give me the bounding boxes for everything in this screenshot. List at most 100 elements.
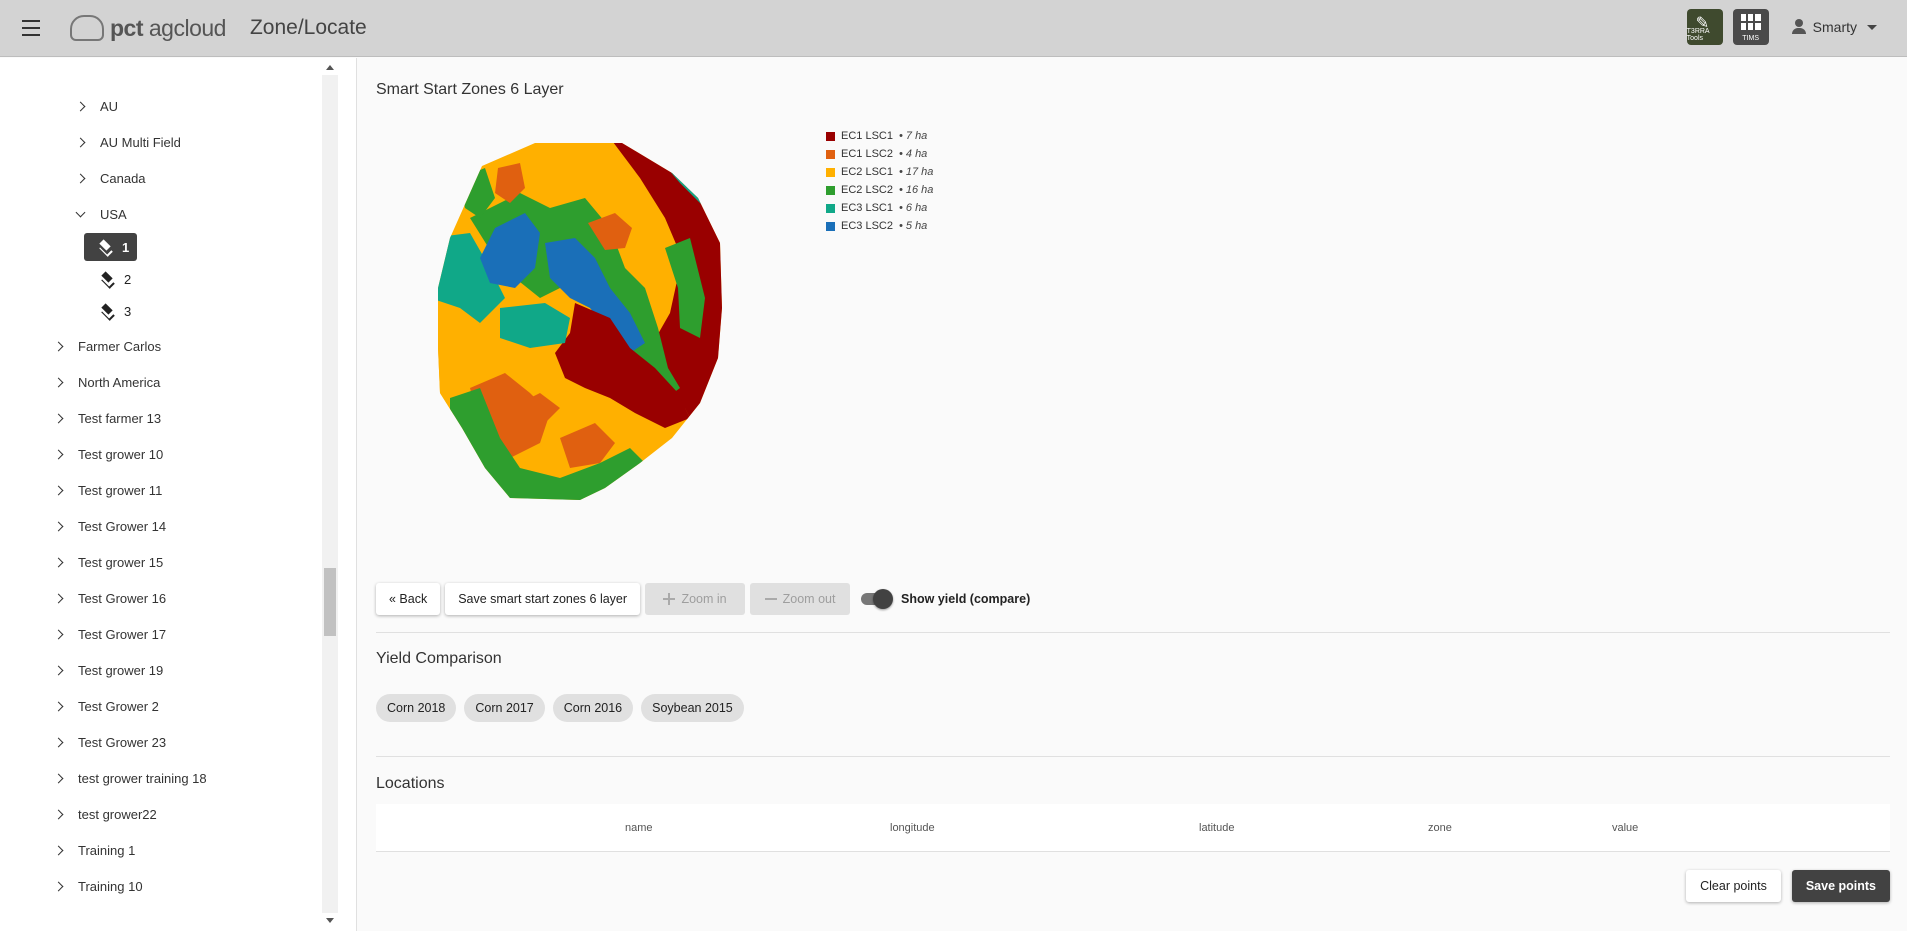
chip-corn-2016[interactable]: Corn 2016 xyxy=(552,694,634,722)
column-header-name[interactable]: name xyxy=(625,822,653,834)
tree-item-grower[interactable]: Training 1 xyxy=(50,838,135,862)
plus-icon xyxy=(663,593,676,605)
chip-soybean-2015[interactable]: Soybean 2015 xyxy=(641,694,744,722)
tree-item-grower[interactable]: test grower22 xyxy=(50,802,157,826)
legend-label: EC3 LSC1 xyxy=(841,202,893,214)
legend-item: EC1 LSC1 • 7 ha xyxy=(826,127,933,145)
yield-chips: Corn 2018 Corn 2017 Corn 2016 Soybean 20… xyxy=(376,694,744,722)
chevron-right-icon[interactable] xyxy=(50,518,66,534)
tree-item-grower[interactable]: Test farmer 13 xyxy=(50,406,161,430)
chevron-right-icon[interactable] xyxy=(50,842,66,858)
save-points-button[interactable]: Save points xyxy=(1791,870,1890,902)
logo-suffix: agcloud xyxy=(148,14,227,41)
tree-item-grower[interactable]: Test grower 19 xyxy=(50,658,163,682)
clear-points-button[interactable]: Clear points xyxy=(1686,870,1781,902)
chevron-right-icon[interactable] xyxy=(50,554,66,570)
zone-map[interactable] xyxy=(410,138,770,508)
show-yield-label: Show yield (compare) xyxy=(901,592,1031,606)
minus-icon xyxy=(764,593,777,605)
chevron-right-icon[interactable] xyxy=(50,374,66,390)
yield-comparison-title: Yield Comparison xyxy=(376,650,502,667)
tree-item-grower[interactable]: test grower training 18 xyxy=(50,766,207,790)
chevron-right-icon[interactable] xyxy=(50,770,66,786)
layer-item-3[interactable]: 3 xyxy=(86,297,139,325)
chevron-right-icon[interactable] xyxy=(50,626,66,642)
legend-item: EC2 LSC1 • 17 ha xyxy=(826,163,933,181)
legend-item: EC1 LSC2 • 4 ha xyxy=(826,145,933,163)
show-yield-toggle[interactable] xyxy=(859,589,894,609)
chevron-right-icon[interactable] xyxy=(50,734,66,750)
zoom-out-button[interactable]: Zoom out xyxy=(750,583,851,615)
legend-swatch xyxy=(826,149,835,159)
legend-item: EC2 LSC2 • 16 ha xyxy=(826,181,933,199)
tree-item-grower[interactable]: Farmer Carlos xyxy=(50,334,161,358)
tree-item-grower[interactable]: Test Grower 16 xyxy=(50,586,166,610)
layer-item-1[interactable]: 1 xyxy=(84,233,138,261)
scroll-down-arrow-icon[interactable] xyxy=(326,918,334,923)
tree-item-grower[interactable]: Test Grower 14 xyxy=(50,514,166,538)
tree-item-grower[interactable]: Test grower 15 xyxy=(50,550,163,574)
chevron-right-icon[interactable] xyxy=(50,482,66,498)
chevron-down-icon[interactable] xyxy=(72,206,88,222)
tree-item-au-multi-field[interactable]: AU Multi Field xyxy=(72,130,181,154)
zone-map-svg[interactable] xyxy=(410,138,770,508)
layers-icon xyxy=(100,272,116,286)
user-name: Smarty xyxy=(1812,19,1857,35)
chevron-right-icon[interactable] xyxy=(50,806,66,822)
chevron-right-icon[interactable] xyxy=(72,134,88,150)
tree-item-grower[interactable]: Test Grower 2 xyxy=(50,694,159,718)
divider xyxy=(376,632,1890,633)
apps-grid-button[interactable]: TIMS xyxy=(1732,9,1769,45)
zone-legend: EC1 LSC1 • 7 ha EC1 LSC2 • 4 ha EC2 LSC1 • 17… xyxy=(826,127,933,235)
show-yield-toggle-group: Show yield (compare) xyxy=(859,589,1030,609)
scrollbar-thumb[interactable] xyxy=(324,568,336,636)
chip-corn-2017[interactable]: Corn 2017 xyxy=(464,694,545,722)
chevron-right-icon[interactable] xyxy=(50,698,66,714)
apps-label: TIMS xyxy=(1742,35,1760,42)
legend-area: • 7 ha xyxy=(898,130,928,142)
column-header-value[interactable]: value xyxy=(1612,822,1638,834)
map-title: Smart Start Zones 6 Layer xyxy=(376,81,564,98)
save-layer-button[interactable]: Save smart start zones 6 layer xyxy=(445,583,641,615)
zoom-in-button[interactable]: Zoom in xyxy=(645,583,746,615)
column-header-longitude[interactable]: longitude xyxy=(890,822,935,834)
legend-item: EC3 LSC1 • 6 ha xyxy=(826,199,933,217)
layer-item-2[interactable]: 2 xyxy=(86,265,139,293)
tree-item-grower[interactable]: Test Grower 17 xyxy=(50,622,166,646)
tree-item-grower[interactable]: Training 10 xyxy=(50,874,143,898)
tree-item-grower[interactable]: North America xyxy=(50,370,160,394)
chevron-right-icon[interactable] xyxy=(50,446,66,462)
tree-item-usa[interactable]: USA xyxy=(72,202,127,226)
legend-area: • 16 ha xyxy=(898,184,934,196)
tree-item-canada[interactable]: Canada xyxy=(72,166,146,190)
locations-title: Locations xyxy=(376,775,445,792)
app-logo[interactable]: pct agcloud xyxy=(70,15,226,42)
hamburger-menu-icon[interactable] xyxy=(16,13,46,43)
chevron-right-icon[interactable] xyxy=(72,98,88,114)
terra-tools-button[interactable]: ✎ T3RRA Tools xyxy=(1686,9,1723,45)
user-menu[interactable]: Smarty xyxy=(1791,19,1877,35)
tree-item-au[interactable]: AU xyxy=(72,94,118,118)
chevron-right-icon[interactable] xyxy=(50,410,66,426)
legend-swatch xyxy=(826,203,835,213)
chevron-right-icon[interactable] xyxy=(50,338,66,354)
chip-corn-2018[interactable]: Corn 2018 xyxy=(376,694,457,722)
field-tree-sidebar: AU AU Multi Field Canada USA 1 2 3 Farme… xyxy=(0,58,357,931)
tree-item-grower[interactable]: Test grower 10 xyxy=(50,442,163,466)
tree-item-grower[interactable]: Test grower 11 xyxy=(50,478,162,502)
column-header-latitude[interactable]: latitude xyxy=(1199,822,1234,834)
cloud-logo-icon xyxy=(70,15,104,41)
apps-grid-icon xyxy=(1740,14,1761,30)
column-header-zone[interactable]: zone xyxy=(1428,822,1452,834)
chevron-right-icon[interactable] xyxy=(50,662,66,678)
scroll-up-arrow-icon[interactable] xyxy=(326,65,334,70)
legend-swatch xyxy=(826,131,835,141)
chevron-right-icon[interactable] xyxy=(50,590,66,606)
legend-label: EC1 LSC2 xyxy=(841,148,893,160)
sidebar-scrollbar[interactable] xyxy=(322,65,338,923)
chevron-right-icon[interactable] xyxy=(72,170,88,186)
page-title: Zone/Locate xyxy=(249,16,367,39)
tree-item-grower[interactable]: Test Grower 23 xyxy=(50,730,166,754)
back-button[interactable]: « Back xyxy=(376,583,441,615)
chevron-right-icon[interactable] xyxy=(50,878,66,894)
